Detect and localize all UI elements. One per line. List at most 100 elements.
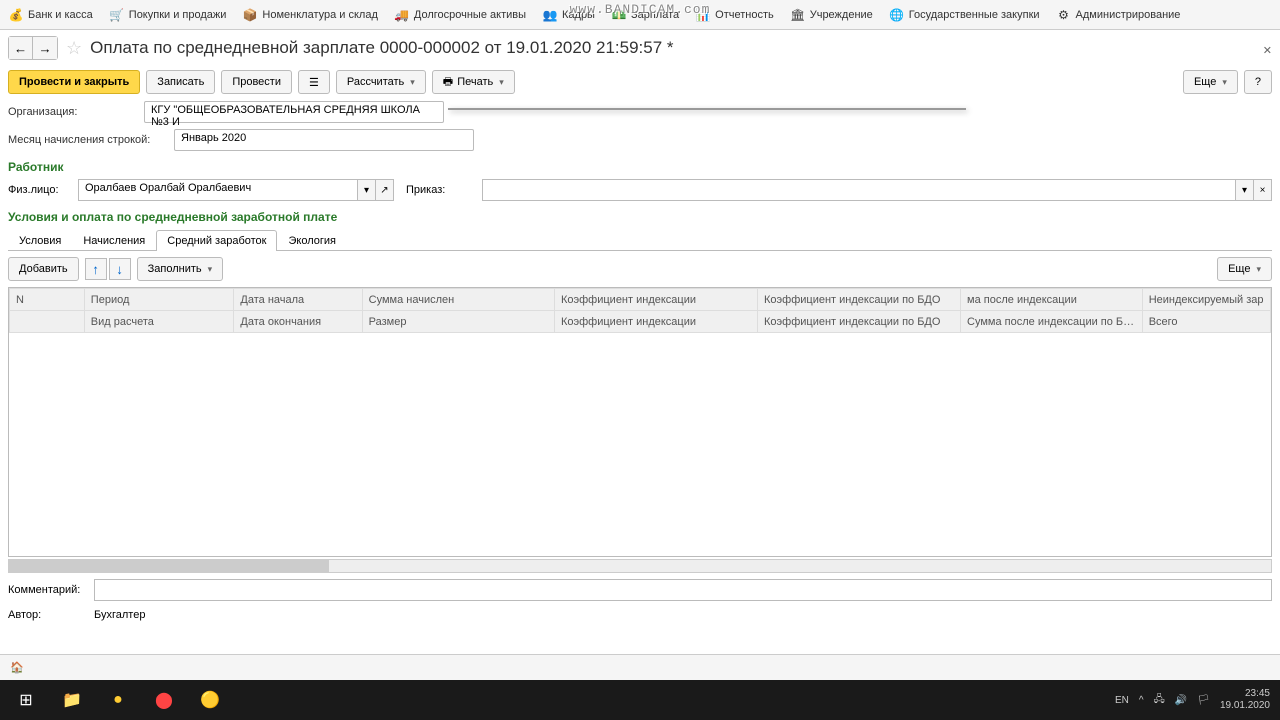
app-1c-icon[interactable]: ●	[96, 682, 140, 718]
column-header[interactable]: N	[10, 289, 85, 311]
lang-indicator[interactable]: EN	[1115, 695, 1129, 706]
tab[interactable]: Начисления	[72, 230, 156, 251]
write-button[interactable]: Записать	[146, 70, 215, 94]
month-label: Месяц начисления строкой:	[8, 134, 168, 146]
more-button[interactable]: Еще	[1183, 70, 1238, 94]
list-button[interactable]: ☰	[298, 70, 330, 94]
column-header[interactable]: Дата начала	[234, 289, 362, 311]
column-header[interactable]: ма после индексации	[961, 289, 1143, 311]
topnav-icon: 👥	[542, 7, 558, 23]
close-icon[interactable]: ✕	[1263, 44, 1272, 57]
fiz-dropdown-button[interactable]: ▾	[358, 179, 376, 201]
post-and-close-button[interactable]: Провести и закрыть	[8, 70, 140, 94]
fill-button[interactable]: Заполнить	[137, 257, 224, 281]
move-up-button[interactable]: ↑	[85, 258, 107, 280]
column-header[interactable]: Коэффициент индексации по БДО	[758, 289, 961, 311]
topnav-label: Отчетность	[715, 9, 774, 21]
prikaz-field[interactable]	[482, 179, 1236, 201]
tab[interactable]: Условия	[8, 230, 72, 251]
org-field[interactable]: КГУ "ОБЩЕОБРАЗОВАТЕЛЬНАЯ СРЕДНЯЯ ШКОЛА №…	[144, 101, 444, 123]
back-button[interactable]: ←	[9, 37, 33, 59]
main-toolbar: Провести и закрыть Записать Провести ☰ Р…	[0, 66, 1280, 98]
title-bar: ← → ☆ Оплата по среднедневной зарплате 0…	[0, 30, 1280, 66]
topnav-icon: 🚚	[394, 7, 410, 23]
help-button[interactable]: ?	[1244, 70, 1272, 94]
nav-arrows: ← →	[8, 36, 58, 60]
topnav-label: Администрирование	[1076, 9, 1181, 21]
topnav-icon: 🛒	[109, 7, 125, 23]
topnav-item[interactable]: 🌐Государственные закупки	[889, 7, 1040, 23]
org-label: Организация:	[8, 106, 138, 118]
column-header[interactable]: Всего	[1142, 311, 1270, 333]
topnav-item[interactable]: 📦 Номенклатура и склад	[242, 7, 377, 23]
topnav-label: Учреждение	[810, 9, 873, 21]
topnav-label: Банк и касса	[28, 9, 93, 21]
favorite-star-icon[interactable]: ☆	[66, 38, 82, 59]
comment-field[interactable]	[94, 579, 1272, 601]
topnav-item[interactable]: ⚙ Администрирование	[1056, 7, 1181, 23]
watermark: www.BANDICAM.com	[570, 2, 711, 17]
forward-button[interactable]: →	[33, 37, 57, 59]
calculate-button[interactable]: Рассчитать	[336, 70, 426, 94]
topnav-item[interactable]: 🛒 Покупки и продажи	[109, 7, 227, 23]
month-field[interactable]: Январь 2020	[174, 129, 474, 151]
clock[interactable]: 23:45 19.01.2020	[1220, 688, 1276, 712]
topnav-item[interactable]: 🚚 Долгосрочные активы	[394, 7, 526, 23]
column-header[interactable]: Сумма начислен	[362, 289, 554, 311]
grid-more-button[interactable]: Еще	[1217, 257, 1272, 281]
taskbar: ⊞ 📁 ● ⬤ 🟡 EN ^ 🖧 🔊 🏳 23:45 19.01.2020	[0, 680, 1280, 720]
employee-row: Физ.лицо: Оралбаев Оралбай Оралбаевич ▾ …	[0, 176, 1280, 204]
column-header[interactable]	[10, 311, 85, 333]
comment-label: Комментарий:	[8, 584, 88, 596]
topnav-item[interactable]: 🏛Учреждение	[790, 7, 873, 23]
window-tabs: 🏠	[0, 654, 1280, 680]
home-icon[interactable]: 🏠	[4, 658, 30, 677]
conditions-header: Условия и оплата по среднедневной зарабо…	[0, 204, 1280, 226]
tab[interactable]: Средний заработок	[156, 230, 277, 251]
column-header[interactable]: Размер	[362, 311, 554, 333]
column-header[interactable]: Период	[84, 289, 234, 311]
employee-header: Работник	[0, 154, 1280, 176]
topnav-icon: 💰	[8, 7, 24, 23]
column-header[interactable]: Вид расчета	[84, 311, 234, 333]
explorer-icon[interactable]: 📁	[50, 682, 94, 718]
document-title: Оплата по среднедневной зарплате 0000-00…	[90, 38, 673, 58]
org-row: Организация: КГУ "ОБЩЕОБРАЗОВАТЕЛЬНАЯ СР…	[0, 98, 1280, 126]
grid[interactable]: NПериодДата началаСумма начисленКоэффици…	[8, 287, 1272, 557]
prikaz-clear-button[interactable]: ×	[1254, 179, 1272, 201]
topnav-item[interactable]: 💰 Банк и касса	[8, 7, 93, 23]
browser-icon[interactable]: 🟡	[188, 682, 232, 718]
tray-caret-icon[interactable]: ^	[1139, 695, 1144, 706]
column-header[interactable]: Дата окончания	[234, 311, 362, 333]
tabs: УсловияНачисленияСредний заработокЭколог…	[8, 230, 1272, 251]
move-down-button[interactable]: ↓	[109, 258, 131, 280]
record-icon[interactable]: ⬤	[142, 682, 186, 718]
topnav-label: Покупки и продажи	[129, 9, 227, 21]
fiz-field[interactable]: Оралбаев Оралбай Оралбаевич	[78, 179, 358, 201]
topnav-label: Долгосрочные активы	[414, 9, 526, 21]
column-header[interactable]: Неиндексируемый зар	[1142, 289, 1270, 311]
horizontal-scrollbar[interactable]	[8, 559, 1272, 573]
tab[interactable]: Экология	[277, 230, 347, 251]
add-button[interactable]: Добавить	[8, 257, 79, 281]
fiz-open-button[interactable]: ↗	[376, 179, 394, 201]
column-header[interactable]: Коэффициент индексации	[554, 289, 757, 311]
prikaz-dropdown-button[interactable]: ▾	[1236, 179, 1254, 201]
volume-icon[interactable]: 🔊	[1175, 695, 1187, 706]
network-icon[interactable]: 🖧	[1154, 692, 1165, 709]
print-menu	[448, 108, 966, 110]
topnav-icon: ⚙	[1056, 7, 1072, 23]
post-button[interactable]: Провести	[221, 70, 292, 94]
start-button[interactable]: ⊞	[4, 682, 48, 718]
author-row: Автор: Бухгалтер	[0, 605, 1280, 625]
topnav-icon: 📦	[242, 7, 258, 23]
column-header[interactable]: Коэффициент индексации по БДО	[758, 311, 961, 333]
month-row: Месяц начисления строкой: Январь 2020	[0, 126, 1280, 154]
flag-icon[interactable]: 🏳	[1197, 695, 1210, 706]
system-tray: EN ^ 🖧 🔊 🏳 23:45 19.01.2020	[1115, 688, 1276, 712]
topnav-label: Номенклатура и склад	[262, 9, 377, 21]
column-header[interactable]: Сумма после индексации по БДО	[961, 311, 1143, 333]
print-button[interactable]: 🖶Печать	[432, 70, 515, 94]
column-header[interactable]: Коэффициент индексации	[554, 311, 757, 333]
printer-icon: 🖶	[443, 73, 453, 92]
